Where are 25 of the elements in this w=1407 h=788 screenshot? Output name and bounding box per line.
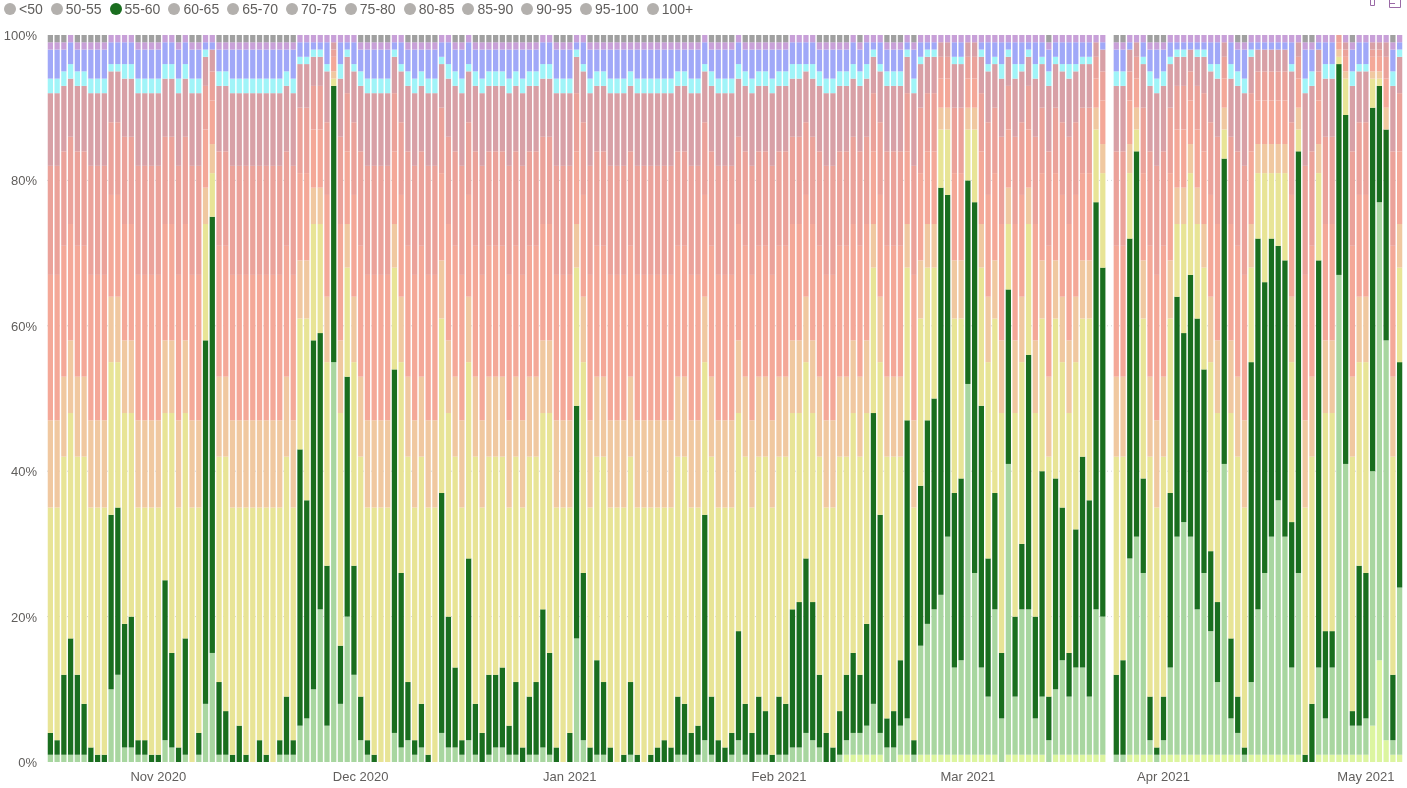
legend-label[interactable]: 70-75: [301, 1, 337, 17]
legend-label[interactable]: 60-65: [183, 1, 220, 17]
x-axis-label: Dec 2020: [332, 769, 389, 784]
y-axis-label: 0%: [18, 755, 37, 770]
legend-label[interactable]: 80-85: [418, 1, 455, 17]
x-axis-label: Apr 2021: [1137, 769, 1190, 784]
y-axis-label: 100%: [3, 28, 37, 43]
legend-label[interactable]: 50-55: [65, 1, 102, 17]
legend-label[interactable]: <50: [19, 1, 43, 17]
x-axis-label: Mar 2021: [940, 769, 996, 784]
y-axis-label: 60%: [10, 318, 37, 334]
x-axis-label: Feb 2021: [751, 769, 807, 784]
legend-label[interactable]: 55-60: [124, 1, 161, 17]
y-axis-label: 80%: [10, 173, 37, 189]
x-axis-label: Nov 2020: [130, 769, 187, 784]
legend-label[interactable]: 90-95: [536, 1, 573, 17]
x-axis-label: Jan 2021: [543, 769, 597, 784]
legend-label[interactable]: 100+: [661, 1, 694, 17]
y-axis-label: 40%: [10, 464, 37, 480]
legend-label[interactable]: 95-100: [595, 1, 639, 17]
legend-label[interactable]: 85-90: [477, 1, 514, 17]
y-axis-label: 20%: [10, 609, 37, 625]
legend-label[interactable]: 65-70: [242, 1, 278, 17]
x-axis-label: May 2021: [1337, 769, 1395, 784]
legend-label[interactable]: 75-80: [359, 1, 396, 17]
